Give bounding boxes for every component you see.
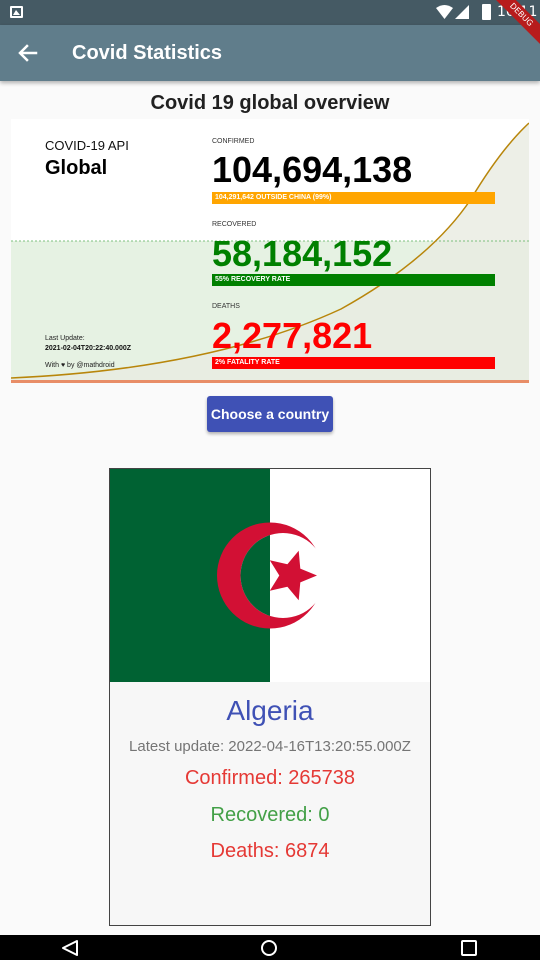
banner-last-update-value: 2021-02-04T20:22:40.000Z — [45, 345, 132, 352]
algeria-flag — [110, 469, 430, 682]
country-confirmed: Confirmed: 265738 — [184, 767, 356, 789]
scope-label: Global — [45, 157, 108, 179]
banner-credit: With ♥ by @mathdroid — [45, 362, 115, 369]
api-label: COVID-19 API — [45, 138, 129, 153]
recovered-label: RECOVERED — [212, 221, 257, 228]
recovered-value: 58,184,152 — [212, 233, 393, 274]
country-recovered: Recovered: 0 — [210, 804, 330, 826]
system-nav-bar — [0, 935, 540, 960]
signal-icon — [455, 5, 469, 19]
country-name: Algeria — [226, 695, 314, 726]
deaths-bar: 2% FATALITY RATE — [212, 357, 495, 369]
choose-country-button[interactable]: Choose a country — [207, 396, 333, 432]
app-title: Covid Statistics — [72, 42, 223, 64]
nav-recents-icon[interactable] — [459, 939, 479, 957]
global-stats-banner: COVID-19 API Global Last Update: 2021-02… — [11, 119, 529, 383]
confirmed-bar: 104,291,642 OUTSIDE CHINA (99%) — [212, 192, 495, 204]
country-latest-update: Latest update: 2022-04-16T13:20:55.000Z — [129, 738, 411, 755]
battery-icon — [482, 4, 491, 20]
country-card: Algeria Latest update: 2022-04-16T13:20:… — [109, 468, 431, 926]
confirmed-label: CONFIRMED — [212, 138, 255, 145]
app-bar: Covid Statistics — [0, 25, 540, 81]
nav-back-icon[interactable] — [60, 939, 80, 957]
deaths-label: DEATHS — [212, 303, 240, 310]
overview-title: Covid 19 global overview — [150, 92, 390, 114]
gallery-notification-icon — [10, 6, 23, 18]
deaths-value: 2,277,821 — [212, 315, 373, 356]
status-bar: 10:11 — [0, 0, 540, 25]
arrow-back-icon[interactable] — [12, 37, 44, 69]
nav-home-icon[interactable] — [259, 939, 279, 957]
confirmed-value: 104,694,138 — [212, 149, 413, 190]
country-deaths: Deaths: 6874 — [210, 840, 330, 862]
recovered-bar: 55% RECOVERY RATE — [212, 274, 495, 286]
banner-last-update-label: Last Update: — [45, 335, 85, 342]
wifi-icon — [436, 5, 453, 19]
